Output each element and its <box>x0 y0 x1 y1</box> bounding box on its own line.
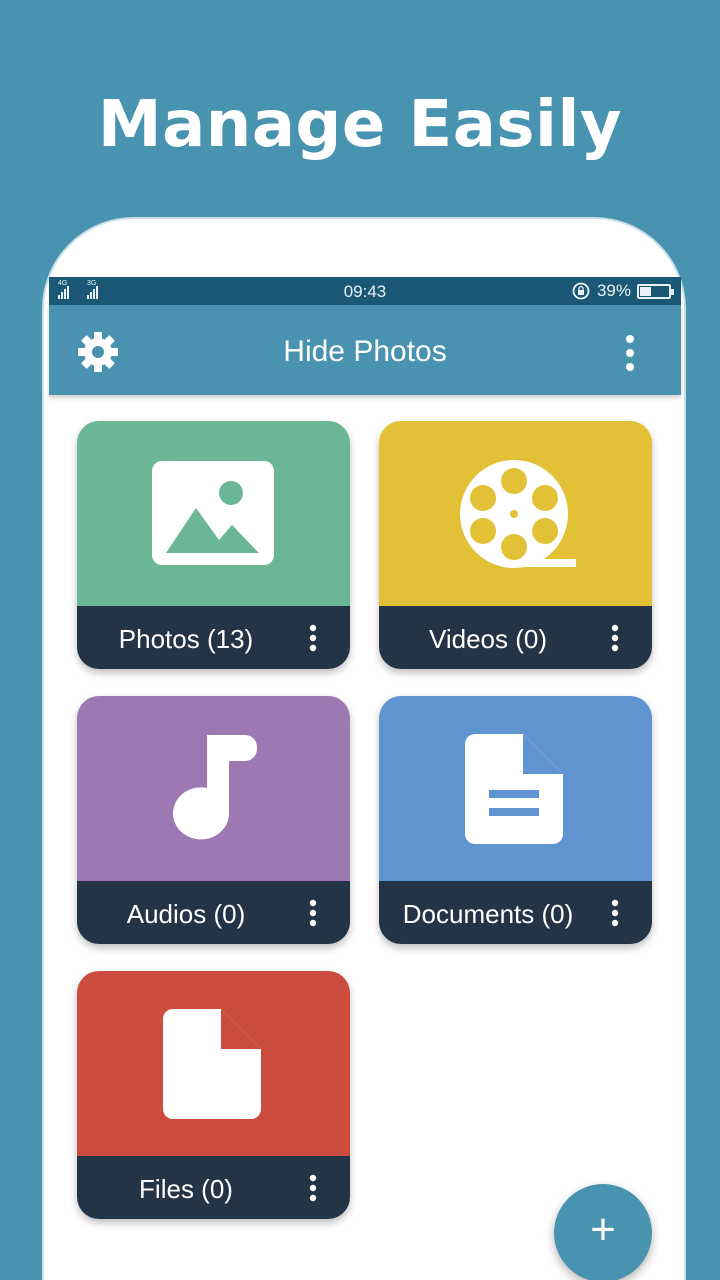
add-fab-button[interactable]: + <box>554 1184 652 1280</box>
music-note-icon <box>173 735 257 840</box>
card-label: Documents (0) <box>402 899 574 929</box>
file-icon <box>163 1009 261 1119</box>
more-vertical-icon[interactable] <box>617 333 643 373</box>
card-top <box>379 421 652 606</box>
more-vertical-icon[interactable] <box>302 1174 324 1204</box>
more-vertical-icon[interactable] <box>302 624 324 654</box>
more-vertical-icon[interactable] <box>604 624 626 654</box>
document-icon <box>465 734 563 844</box>
film-reel-icon <box>460 460 576 568</box>
app-toolbar: Hide Photos <box>49 305 681 395</box>
card-footer: Audios (0) <box>77 881 350 944</box>
card-label: Files (0) <box>139 1174 233 1204</box>
category-card-videos[interactable]: Videos (0) <box>379 421 652 669</box>
card-footer: Files (0) <box>77 1156 350 1219</box>
battery-icon <box>637 283 674 299</box>
image-icon <box>152 461 274 565</box>
rotation-lock-icon <box>572 282 590 300</box>
card-footer: Videos (0) <box>379 606 652 669</box>
promo-headline: Manage Easily <box>97 88 623 162</box>
more-vertical-icon[interactable] <box>302 899 324 929</box>
card-top <box>77 971 350 1156</box>
card-top <box>77 696 350 881</box>
card-footer: Documents (0) <box>379 881 652 944</box>
battery-percent: 39% <box>596 281 631 300</box>
category-card-documents[interactable]: Documents (0) <box>379 696 652 944</box>
card-label: Videos (0) <box>428 624 548 654</box>
category-card-files[interactable]: Files (0) <box>77 971 350 1219</box>
status-bar: 4G 3G 09:43 39% <box>49 277 681 305</box>
card-label: Audios (0) <box>126 899 246 929</box>
card-footer: Photos (13) <box>77 606 350 669</box>
card-top <box>77 421 350 606</box>
more-vertical-icon[interactable] <box>604 899 626 929</box>
card-label: Photos (13) <box>118 624 254 654</box>
category-card-photos[interactable]: Photos (13) <box>77 421 350 669</box>
toolbar-title: Hide Photos <box>283 335 447 368</box>
category-card-audios[interactable]: Audios (0) <box>77 696 350 944</box>
card-top <box>379 696 652 881</box>
